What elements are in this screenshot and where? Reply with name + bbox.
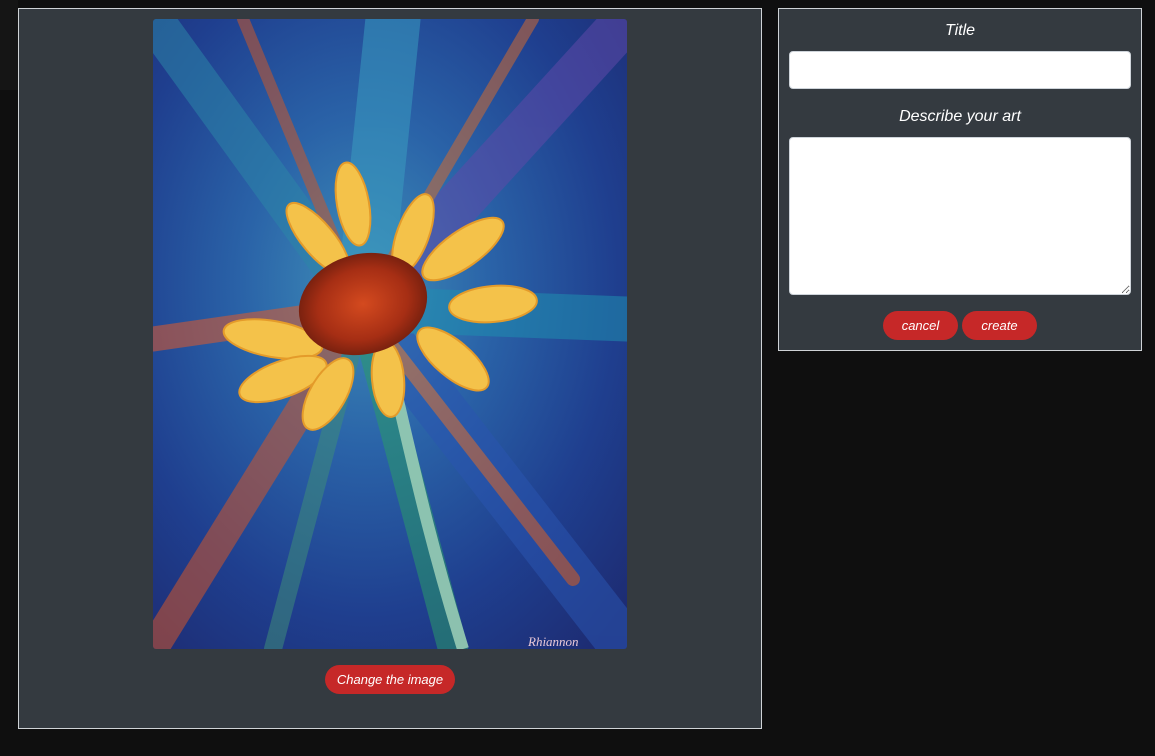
- description-textarea[interactable]: [789, 137, 1131, 295]
- title-input[interactable]: [789, 51, 1131, 89]
- artist-signature: Rhiannon: [527, 634, 579, 649]
- cancel-button[interactable]: cancel: [883, 311, 958, 340]
- create-button[interactable]: create: [962, 311, 1037, 340]
- left-edge-strip: [0, 0, 18, 90]
- title-label: Title: [944, 22, 976, 39]
- description-label: Describe your art: [899, 108, 1021, 125]
- artwork-image: Rhiannon: [153, 19, 627, 649]
- art-details-form: Title Describe your art cancel create: [778, 8, 1142, 351]
- image-panel: Rhiannon Change the image: [18, 8, 762, 729]
- change-image-button[interactable]: Change the image: [325, 665, 455, 694]
- sunflower-painting: Rhiannon: [153, 19, 627, 649]
